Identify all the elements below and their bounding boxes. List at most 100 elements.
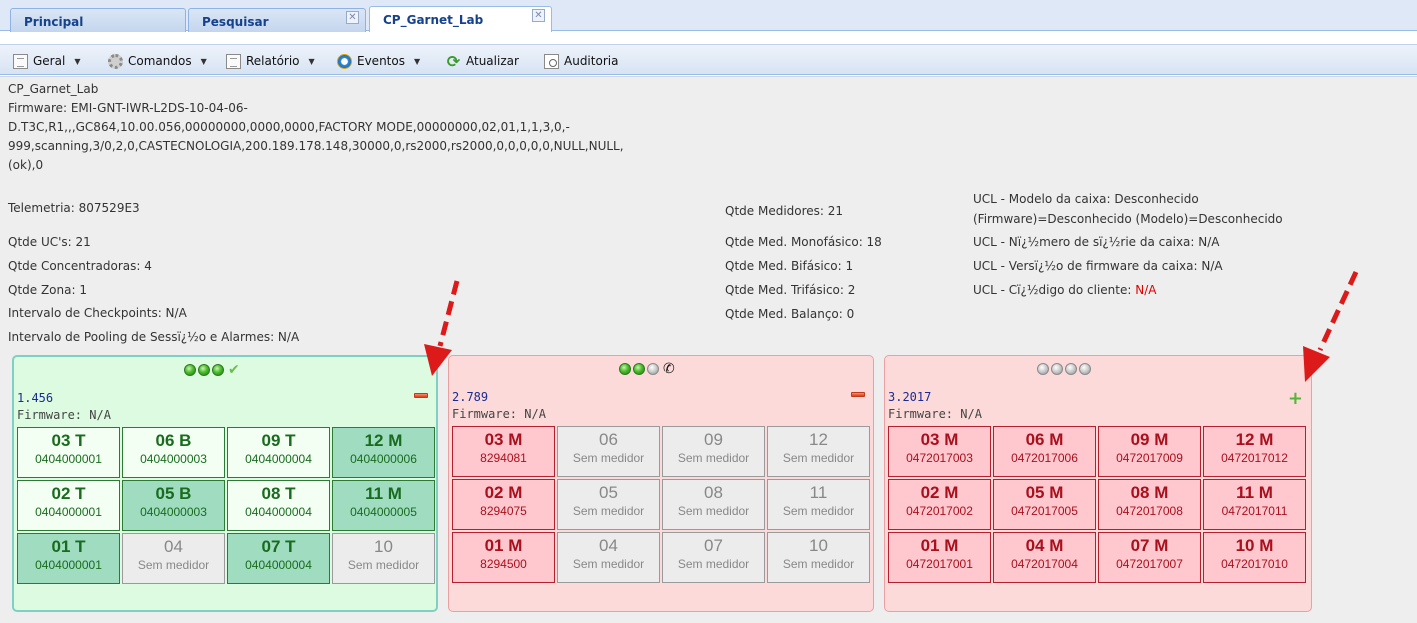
meter-number: Sem medidor [572,557,645,571]
meter-cell[interactable]: 04 Sem medidor [122,533,225,584]
meter-position: 05 [599,483,618,502]
meter-cell[interactable]: 11 M 0404000005 [332,480,435,531]
concentrator-firmware: Firmware: N/A [452,407,546,421]
tab-principal[interactable]: Principal [10,8,186,32]
meter-cell[interactable]: 05 Sem medidor [557,479,660,530]
check-icon: ✔ [228,362,240,378]
firmware-line: (ok),0 [8,158,44,172]
meter-cell[interactable]: 12 Sem medidor [767,426,870,477]
firmware-line: Firmware: EMI-GNT-IWR-L2DS-10-04-06- [8,101,248,115]
meter-cell[interactable]: 04 M 0472017004 [993,532,1096,583]
meter-number: Sem medidor [782,504,855,518]
meter-number: 0472017011 [1221,504,1288,518]
meter-number: 0472017006 [1011,451,1078,465]
meter-cell[interactable]: 08 T 0404000004 [227,480,330,531]
status-leds: ✔ [184,362,240,378]
meter-number: 0472017010 [1221,557,1288,571]
meter-cell[interactable]: 04 Sem medidor [557,532,660,583]
toolbar: Geral ▼ Comandos ▼ Relatório ▼ Eventos ▼… [0,44,1417,75]
led-on-icon [633,363,645,375]
meter-cell[interactable]: 10 M 0472017010 [1203,532,1306,583]
firmware-line: 999,scanning,3/0,2,0,CASTECNOLOGIA,200.1… [8,139,624,153]
meter-cell[interactable]: 09 M 0472017009 [1098,426,1201,477]
status-leds [1037,363,1091,375]
meter-number: 0404000001 [35,558,102,572]
tab-cp-garnet-lab[interactable]: CP_Garnet_Lab ✕ [369,6,552,32]
close-icon[interactable]: ✕ [532,9,545,22]
comandos-menu-button[interactable]: Comandos ▼ [108,52,207,70]
meter-cell[interactable]: 11 Sem medidor [767,479,870,530]
meter-cell[interactable]: 02 M 0472017002 [888,479,991,530]
geral-label: Geral [33,54,66,68]
meter-cell[interactable]: 02 T 0404000001 [17,480,120,531]
meter-cell[interactable]: 06 M 0472017006 [993,426,1096,477]
meter-cell[interactable]: 07 T 0404000004 [227,533,330,584]
gear-icon [108,53,123,69]
meter-cell[interactable]: 08 Sem medidor [662,479,765,530]
meter-cell[interactable]: 03 M 8294081 [452,426,555,477]
meter-number: Sem medidor [572,451,645,465]
tab-label: Principal [24,15,84,29]
meter-position: 09 T [261,431,296,450]
geral-menu-button[interactable]: Geral ▼ [13,52,80,70]
meter-number: 0404000006 [350,452,417,466]
meter-position: 02 T [51,484,86,503]
phone-disconnected-icon: ✆ [663,361,675,377]
meter-position: 12 M [364,431,403,450]
meter-cell[interactable]: 01 M 8294500 [452,532,555,583]
auditoria-button[interactable]: Auditoria [544,52,618,70]
concentrator-firmware: Firmware: N/A [888,407,982,421]
firmware-line: D.T3C,R1,,,GC864,10.00.056,00000000,0000… [8,120,570,134]
meter-cell[interactable]: 03 T 0404000001 [17,427,120,478]
qtde-balanco-text: Qtde Med. Balanço: 0 [725,307,855,321]
meter-cell[interactable]: 07 Sem medidor [662,532,765,583]
meter-cell[interactable]: 08 M 0472017008 [1098,479,1201,530]
qtde-bi-text: Qtde Med. Bifásico: 1 [725,259,854,273]
meter-cell[interactable]: 02 M 8294075 [452,479,555,530]
meter-cell[interactable]: 01 M 0472017001 [888,532,991,583]
meter-cell[interactable]: 03 M 0472017003 [888,426,991,477]
expand-plus-icon[interactable]: + [1288,390,1303,408]
meter-cell[interactable]: 01 T 0404000001 [17,533,120,584]
meter-cell[interactable]: 09 T 0404000004 [227,427,330,478]
meter-cell[interactable]: 12 M 0404000006 [332,427,435,478]
led-on-icon [619,363,631,375]
concentrator-firmware: Firmware: N/A [17,408,111,422]
document-icon [13,53,28,69]
close-icon[interactable]: ✕ [346,11,359,24]
meter-position: 10 M [1235,536,1274,555]
concentrator-panel: ✆ 2.789 Firmware: N/A 03 M 8294081 06 Sem medi… [448,355,874,612]
meter-cell[interactable]: 10 Sem medidor [767,532,870,583]
collapse-minus-icon[interactable] [851,392,865,397]
meter-cell[interactable]: 06 B 0404000003 [122,427,225,478]
meter-position: 04 [164,537,183,556]
meter-number: 0472017004 [1011,557,1078,571]
meter-cell[interactable]: 07 M 0472017007 [1098,532,1201,583]
clock-icon [337,53,352,69]
concentrator-id: 1.456 [17,391,54,405]
meter-cell[interactable]: 10 Sem medidor [332,533,435,584]
led-off-icon [1037,363,1049,375]
meter-cell[interactable]: 09 Sem medidor [662,426,765,477]
meter-number: Sem medidor [347,558,420,572]
eventos-menu-button[interactable]: Eventos ▼ [337,52,420,70]
meter-position: 03 T [51,431,86,450]
meter-cell[interactable]: 05 B 0404000003 [122,480,225,531]
meter-cell[interactable]: 06 Sem medidor [557,426,660,477]
tab-pesquisar[interactable]: Pesquisar ✕ [188,8,366,32]
meter-cell[interactable]: 12 M 0472017012 [1203,426,1306,477]
meter-cell[interactable]: 05 M 0472017005 [993,479,1096,530]
meter-position: 08 M [1130,483,1169,502]
collapse-minus-icon[interactable] [414,393,428,398]
meter-position: 10 [809,536,828,555]
qtde-ucs-text: Qtde UC's: 21 [8,235,91,249]
meter-number: 0472017002 [906,504,973,518]
relatorio-menu-button[interactable]: Relatório ▼ [226,52,315,70]
ucl-versao-text: UCL - Versï¿½o de firmware da caixa: N/A [973,259,1223,273]
meter-number: Sem medidor [677,504,750,518]
intervalo-pooling-text: Intervalo de Pooling de Sessï¿½o e Alarm… [8,330,300,344]
led-off-icon [647,363,659,375]
atualizar-button[interactable]: ⟳ Atualizar [446,52,519,70]
meter-number: 8294081 [480,451,527,465]
meter-cell[interactable]: 11 M 0472017011 [1203,479,1306,530]
